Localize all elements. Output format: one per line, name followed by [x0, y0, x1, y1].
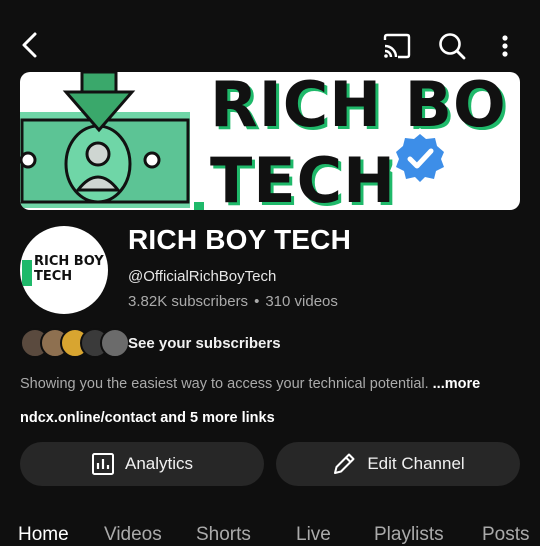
back-arrow-icon[interactable]: [12, 28, 46, 62]
description-more-link[interactable]: ...more: [433, 376, 481, 392]
edit-channel-button[interactable]: Edit Channel: [276, 442, 520, 486]
avatar-line1: RICH BOY: [34, 254, 104, 269]
subscriber-count: 3.82K subscribers: [128, 293, 249, 310]
stats-separator: •: [254, 293, 260, 310]
avatar-line2: TECH: [34, 269, 73, 284]
analytics-button[interactable]: Analytics: [20, 442, 264, 486]
video-count: 310 videos: [265, 293, 338, 310]
top-app-bar: [0, 0, 540, 72]
channel-name: RICH BOY TECH: [128, 224, 351, 255]
see-subscribers-label: See your subscribers: [128, 335, 281, 352]
tab-shorts[interactable]: Shorts: [196, 524, 251, 546]
analytics-label: Analytics: [124, 454, 194, 473]
avatar-accent: [22, 260, 32, 286]
subscriber-avatar: [100, 328, 130, 358]
channel-tabs: Home Videos Shorts Live Playlists Posts: [0, 520, 540, 545]
analytics-icon: [91, 453, 114, 475]
banner-title-line2: TECH: [210, 144, 397, 210]
banner-title-line1: RICH BO: [210, 72, 507, 141]
money-download-icon: [20, 72, 204, 210]
tab-posts[interactable]: Posts: [482, 524, 530, 546]
search-icon[interactable]: [434, 29, 470, 63]
tab-playlists[interactable]: Playlists: [374, 524, 444, 546]
verified-badge-icon: [390, 128, 450, 190]
more-vert-icon[interactable]: [492, 30, 518, 62]
edit-channel-label: Edit Channel: [367, 454, 465, 473]
edit-pencil-icon: [334, 453, 355, 474]
channel-banner: RICH BO TECH: [20, 72, 520, 210]
channel-avatar[interactable]: RICH BOY TECH: [20, 226, 108, 314]
tab-live[interactable]: Live: [296, 524, 331, 546]
cast-icon[interactable]: [380, 30, 414, 62]
channel-links[interactable]: ndcx.online/contact and 5 more links: [20, 410, 275, 426]
channel-handle: @OfficialRichBoyTech: [128, 268, 277, 285]
see-subscribers-row[interactable]: See your subscribers: [20, 328, 420, 360]
more-links-label[interactable]: and 5 more links: [156, 410, 274, 426]
tab-videos[interactable]: Videos: [104, 524, 162, 546]
channel-description[interactable]: Showing you the easiest way to access yo…: [20, 376, 480, 392]
tab-home[interactable]: Home: [18, 524, 69, 546]
channel-stats: 3.82K subscribers • 310 videos: [128, 293, 338, 310]
description-text: Showing you the easiest way to access yo…: [20, 376, 429, 392]
primary-link[interactable]: ndcx.online/contact: [20, 410, 156, 426]
